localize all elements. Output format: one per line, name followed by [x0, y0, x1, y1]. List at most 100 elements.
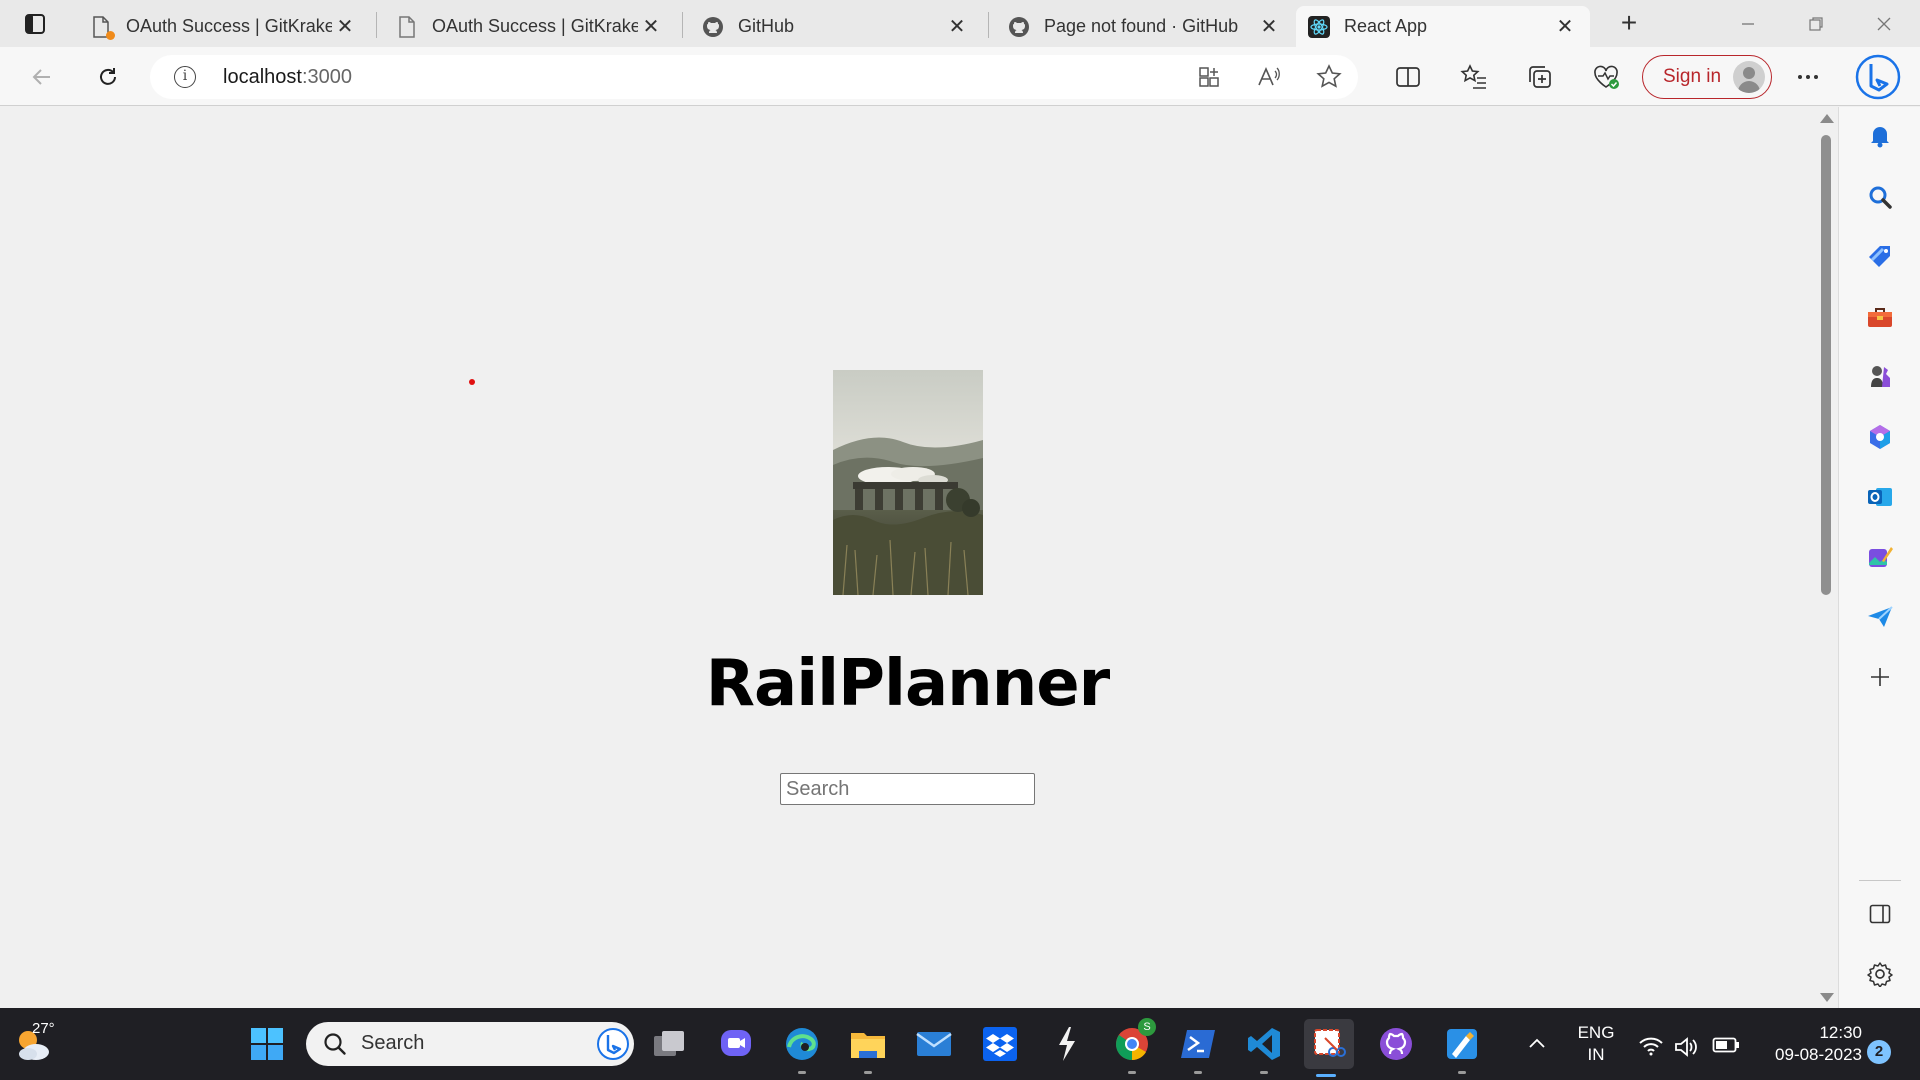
close-window-button[interactable]	[1864, 10, 1904, 38]
powershell-app[interactable]	[1176, 1022, 1220, 1074]
snipping-tool-app[interactable]	[1304, 1019, 1354, 1077]
browser-essentials-button[interactable]	[1586, 57, 1626, 97]
battery-status[interactable]	[1712, 1036, 1740, 1059]
start-button[interactable]	[245, 1022, 289, 1066]
close-tab-icon[interactable]: ✕	[332, 14, 358, 40]
close-tab-icon[interactable]: ✕	[1552, 14, 1578, 40]
tab-oauth-success-2[interactable]: OAuth Success | GitKraken ✕	[384, 6, 676, 47]
url-host: localhost	[223, 66, 302, 88]
address-bar[interactable]: i localhost:3000	[150, 55, 1358, 99]
restore-button[interactable]	[1796, 10, 1836, 38]
language-code: ENG	[1577, 1023, 1615, 1042]
cursor-marker	[469, 379, 475, 385]
mail-app[interactable]	[912, 1022, 956, 1066]
file-explorer-app[interactable]	[846, 1022, 890, 1074]
notification-count-badge[interactable]: 2	[1867, 1040, 1891, 1064]
sidebar-divider	[1859, 880, 1901, 881]
close-tab-icon[interactable]: ✕	[944, 14, 970, 40]
minimize-button[interactable]	[1728, 10, 1768, 38]
sidebar-notifications[interactable]	[1863, 119, 1897, 153]
tab-page-not-found[interactable]: Page not found · GitHub ✕	[996, 6, 1294, 47]
tab-label: Page not found · GitHub	[1044, 16, 1239, 36]
github-desktop-app[interactable]	[1374, 1022, 1418, 1066]
chrome-app[interactable]: S	[1110, 1018, 1156, 1074]
wifi-status[interactable]	[1638, 1036, 1664, 1061]
search-icon	[324, 1033, 346, 1055]
sidebar-games[interactable]	[1863, 360, 1897, 394]
vscode-app[interactable]	[1242, 1022, 1286, 1074]
app-available-icon[interactable]	[1197, 65, 1221, 94]
bing-copilot-icon	[1855, 54, 1901, 100]
close-tab-icon[interactable]: ✕	[1256, 14, 1282, 40]
address-toolbar: i localhost:3000 Sign in	[0, 47, 1920, 106]
sidebar-send[interactable]	[1863, 600, 1897, 634]
tab-label: GitHub	[738, 16, 795, 36]
search-input[interactable]	[780, 773, 1035, 805]
show-hidden-icons-button[interactable]	[1528, 1036, 1546, 1054]
taskbar-search-box[interactable]: Search	[306, 1022, 634, 1066]
collections-icon	[1529, 66, 1551, 88]
system-clock[interactable]: 12:30 09-08-2023	[1752, 1022, 1862, 1066]
outlook-icon	[1868, 488, 1892, 506]
scroll-down-arrow-icon[interactable]	[1820, 993, 1834, 1002]
task-view-button[interactable]	[648, 1022, 692, 1066]
collections-button[interactable]	[1520, 57, 1560, 97]
read-aloud-icon[interactable]	[1256, 65, 1282, 94]
wifi-icon	[1639, 1037, 1663, 1056]
dropbox-app[interactable]	[978, 1022, 1022, 1066]
scroll-up-arrow-icon[interactable]	[1820, 114, 1834, 123]
favorites-button[interactable]	[1454, 57, 1494, 97]
sidebar-shopping[interactable]	[1863, 240, 1897, 274]
volume-status[interactable]	[1674, 1036, 1700, 1063]
close-icon	[1877, 17, 1891, 31]
tab-strip: OAuth Success | GitKraken ✕ OAuth Succes…	[0, 0, 1920, 47]
sidebar-settings-button[interactable]	[1863, 957, 1897, 991]
page-scrollbar[interactable]	[1814, 107, 1838, 1008]
settings-more-button[interactable]	[1788, 57, 1828, 97]
sidebar-hide-button[interactable]	[1863, 897, 1897, 931]
copilot-button[interactable]	[1854, 53, 1902, 101]
sidebar-microsoft-365[interactable]	[1863, 420, 1897, 454]
edge-app[interactable]	[780, 1022, 824, 1074]
sidebar-tools[interactable]	[1863, 300, 1897, 334]
new-tab-button[interactable]: +	[1614, 9, 1644, 39]
split-screen-icon	[1396, 67, 1420, 87]
sign-in-label: Sign in	[1663, 66, 1722, 87]
gear-icon	[1867, 962, 1893, 987]
running-indicator	[798, 1071, 806, 1074]
teams-chat-app[interactable]	[714, 1022, 758, 1066]
weather-widget[interactable]: 27°	[12, 1018, 62, 1068]
clock-date: 09-08-2023	[1775, 1045, 1862, 1064]
url-text[interactable]: localhost:3000	[223, 66, 352, 89]
favorite-star-icon[interactable]	[1316, 64, 1342, 95]
tab-react-app[interactable]: React App ✕	[1296, 6, 1590, 47]
terminal-app[interactable]	[1044, 1022, 1088, 1066]
sign-in-button[interactable]: Sign in	[1642, 55, 1772, 99]
site-info-icon[interactable]: i	[174, 66, 196, 88]
github-desktop-icon	[1380, 1028, 1412, 1060]
paper-plane-icon	[1868, 606, 1893, 627]
page-icon	[396, 15, 418, 38]
chess-piece-icon	[1871, 366, 1890, 387]
sidebar-add-button[interactable]	[1863, 660, 1897, 694]
input-language-indicator[interactable]: ENG IN	[1576, 1022, 1616, 1066]
github-icon	[702, 16, 724, 38]
sidebar-designer[interactable]	[1863, 540, 1897, 574]
tab-actions-button[interactable]	[16, 10, 54, 38]
lightning-terminal-icon	[1059, 1027, 1075, 1061]
split-screen-button[interactable]	[1388, 57, 1428, 97]
sidebar-outlook[interactable]	[1863, 480, 1897, 514]
react-icon	[1308, 15, 1330, 38]
folder-icon	[851, 1033, 885, 1058]
url-port: :3000	[301, 66, 352, 88]
tab-oauth-success-1[interactable]: OAuth Success | GitKraken ✕	[78, 6, 370, 47]
close-tab-icon[interactable]: ✕	[638, 14, 664, 40]
sidebar-search[interactable]	[1863, 180, 1897, 214]
back-button[interactable]	[22, 57, 62, 97]
chevron-up-icon	[1529, 1038, 1545, 1048]
scroll-thumb[interactable]	[1821, 135, 1831, 595]
refresh-button[interactable]	[88, 57, 128, 97]
tab-github[interactable]: GitHub ✕	[690, 6, 982, 47]
sidebar-panel-icon	[1869, 904, 1891, 924]
paint-app[interactable]	[1440, 1022, 1484, 1074]
